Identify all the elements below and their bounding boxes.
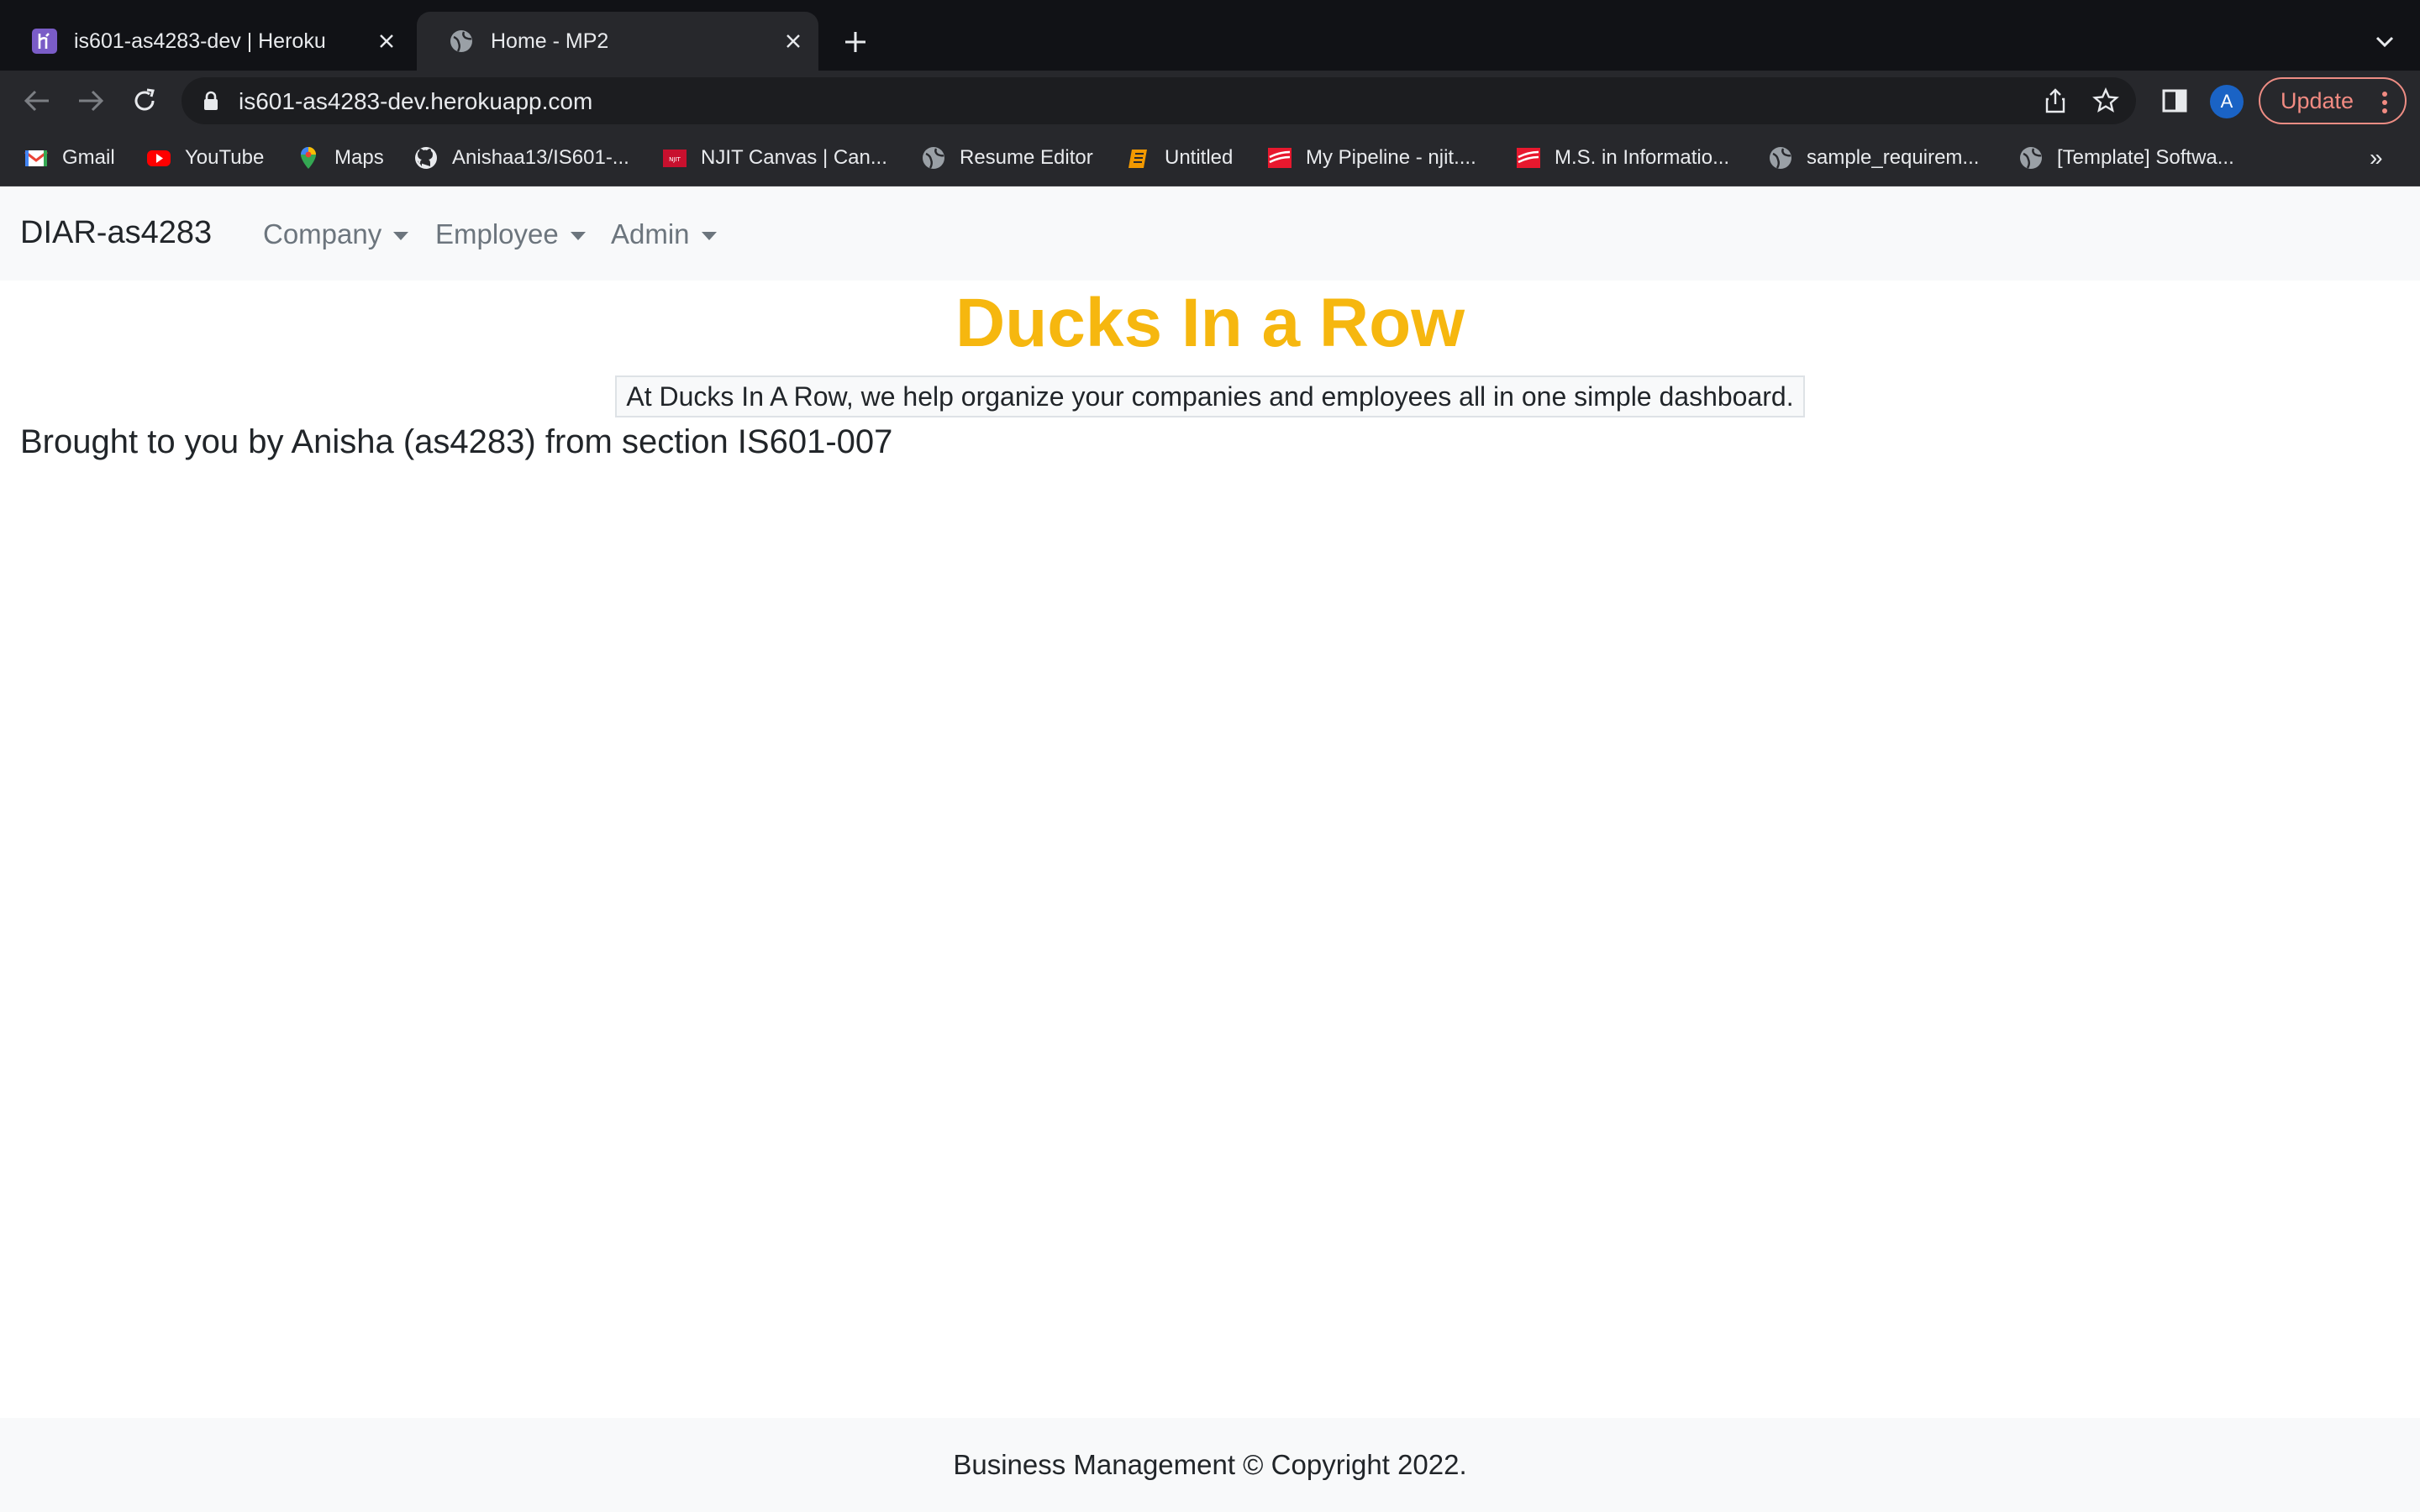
new-tab-button[interactable] (839, 25, 872, 59)
bookmarks-bar: Gmail YouTube Maps Anishaa13/IS601-... N… (0, 131, 2420, 186)
bookmark-label: Maps (334, 146, 384, 169)
update-button[interactable]: Update (2259, 77, 2407, 124)
reload-button[interactable] (128, 84, 161, 118)
navbar-brand[interactable]: DIAR-as4283 (20, 215, 212, 251)
url-text: is601-as4283-dev.herokuapp.com (239, 88, 593, 114)
bookmark-label: Resume Editor (960, 146, 1093, 169)
github-icon (415, 147, 437, 169)
svg-text:NJIT: NJIT (669, 156, 681, 163)
globe-icon (1770, 147, 1791, 169)
chevron-down-icon (2375, 36, 2394, 48)
plus-icon (845, 32, 865, 52)
tab-home-mp2[interactable]: Home - MP2 (417, 12, 818, 71)
back-button[interactable] (20, 84, 54, 118)
bookmark-my-pipeline[interactable]: My Pipeline - njit.... (1267, 143, 1476, 173)
nav-label: Company (263, 218, 382, 249)
tab-title: Home - MP2 (491, 29, 609, 53)
share-icon[interactable] (2042, 87, 2069, 114)
bookmark-label: [Template] Softwa... (2057, 146, 2234, 169)
bookmark-ms-informatics[interactable]: M.S. in Informatio... (1516, 143, 1729, 173)
nav-dropdown-admin[interactable]: Admin (611, 218, 717, 250)
bookmark-gmail[interactable]: Gmail (24, 143, 115, 173)
update-label: Update (2281, 87, 2354, 113)
browser-toolbar: is601-as4283-dev.herokuapp.com A Update (0, 71, 2420, 131)
forward-button[interactable] (74, 84, 108, 118)
profile-initial: A (2220, 91, 2233, 112)
arrow-left-icon (24, 90, 49, 112)
side-panel-icon (2162, 89, 2187, 113)
bookmark-label: Gmail (62, 146, 115, 169)
arrow-right-icon (79, 90, 104, 112)
bookmark-sample-requirements[interactable]: sample_requirem... (1768, 143, 1979, 173)
bookmark-label: Untitled (1165, 146, 1234, 169)
bookmark-label: M.S. in Informatio... (1555, 146, 1730, 169)
bookmark-label: NJIT Canvas | Can... (701, 146, 887, 169)
bookmark-template-software[interactable]: [Template] Softwa... (2018, 143, 2234, 173)
bookmark-github[interactable]: Anishaa13/IS601-... (413, 143, 629, 173)
heroku-icon (32, 29, 57, 54)
hero-title: Ducks In a Row (955, 285, 1465, 361)
bookmark-star-icon[interactable] (2092, 87, 2119, 114)
nav-label: Admin (611, 218, 690, 249)
page-footer: Business Management © Copyright 2022. (0, 1418, 2420, 1512)
njit-icon: NJIT (663, 150, 687, 167)
nav-dropdown-employee[interactable]: Employee (435, 218, 586, 250)
bookmark-resume-editor[interactable]: Resume Editor (921, 143, 1093, 173)
caret-down-icon (570, 232, 586, 240)
caret-down-icon (701, 232, 717, 240)
tab-title: is601-as4283-dev | Heroku (74, 29, 326, 53)
bookmark-maps[interactable]: Maps (296, 143, 384, 173)
kebab-menu-icon (2382, 92, 2387, 113)
gmail-icon (24, 150, 48, 166)
address-bar[interactable]: is601-as4283-dev.herokuapp.com (182, 77, 2136, 124)
browser-window: is601-as4283-dev | Heroku Home - MP2 is6… (0, 0, 2420, 1512)
side-panel-button[interactable] (2158, 84, 2191, 118)
site-navbar: DIAR-as4283 Company Employee Admin (0, 186, 2420, 281)
bookmark-label: My Pipeline - njit.... (1306, 146, 1476, 169)
bookmark-untitled[interactable]: Untitled (1126, 143, 1233, 173)
hero-tagline: At Ducks In A Row, we help organize your… (615, 375, 1805, 417)
bookmark-label: Anishaa13/IS601-... (452, 146, 629, 169)
profile-avatar[interactable]: A (2210, 85, 2244, 118)
bookmark-label: sample_requirem... (1807, 146, 1980, 169)
globe-icon (450, 30, 472, 52)
bookmarks-overflow-button[interactable]: » (2370, 144, 2383, 171)
nav-dropdown-company[interactable]: Company (263, 218, 409, 250)
lock-icon (204, 91, 218, 110)
tab-search-button[interactable] (2368, 25, 2402, 59)
globe-icon (923, 147, 944, 169)
reload-icon (134, 88, 155, 111)
caret-down-icon (393, 232, 409, 240)
handshake-icon (1517, 148, 1540, 168)
credit-text: Brought to you by Anisha (as4283) from s… (20, 423, 893, 460)
nav-label: Employee (435, 218, 559, 249)
bookmark-njit-canvas[interactable]: NJIT NJIT Canvas | Can... (662, 143, 887, 173)
bookmark-label: YouTube (185, 146, 265, 169)
close-icon[interactable] (780, 28, 807, 55)
footer-text: Business Management © Copyright 2022. (953, 1449, 1467, 1480)
tab-strip: is601-as4283-dev | Heroku Home - MP2 (0, 0, 2420, 71)
handshake-icon (1268, 148, 1292, 168)
youtube-icon (147, 150, 171, 166)
tab-heroku[interactable]: is601-as4283-dev | Heroku (0, 12, 412, 71)
bookmark-youtube[interactable]: YouTube (146, 143, 264, 173)
close-icon[interactable] (373, 28, 400, 55)
notebook-icon (1128, 150, 1147, 168)
web-page: DIAR-as4283 Company Employee Admin Ducks… (0, 186, 2420, 1512)
maps-icon (301, 147, 316, 169)
globe-icon (2020, 147, 2042, 169)
